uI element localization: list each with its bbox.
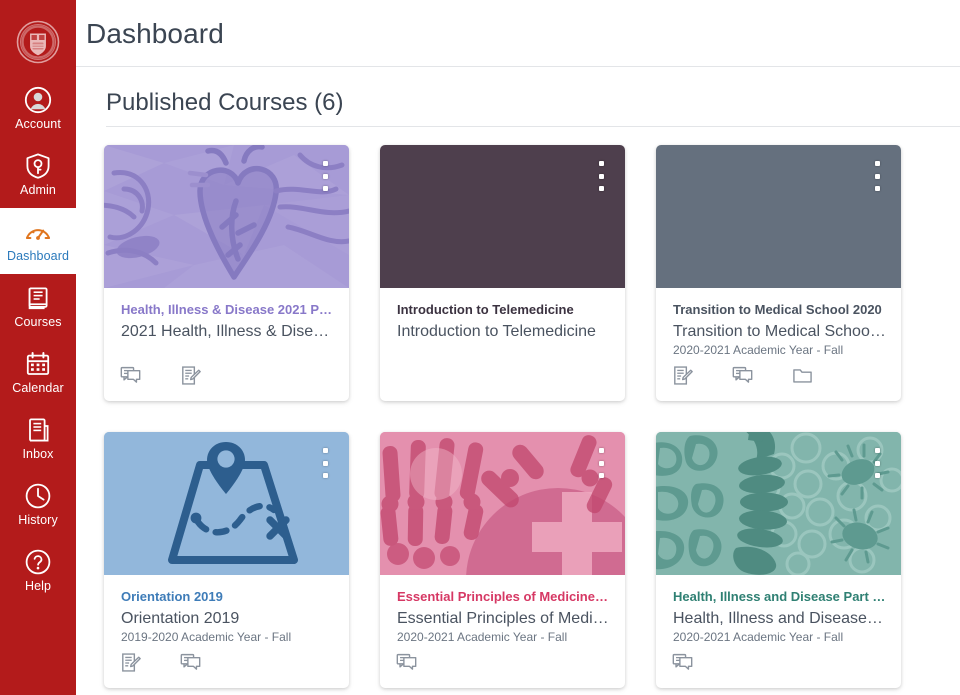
discussions-icon[interactable]: [394, 649, 454, 675]
course-card-grid: Health, Illness & Disease 2021 Par... 20…: [76, 127, 960, 688]
card-options-menu[interactable]: [867, 446, 887, 480]
card-options-menu[interactable]: [591, 446, 611, 480]
course-card-body: Health, Illness & Disease 2021 Par... 20…: [104, 288, 349, 401]
section-title: Published Courses (6): [106, 89, 344, 116]
course-subtitle: Transition to Medical School 2...: [673, 323, 887, 340]
page-title: Dashboard: [86, 18, 224, 49]
course-card[interactable]: Health, Illness & Disease 2021 Par... 20…: [104, 145, 349, 401]
sidebar-item-account[interactable]: Account: [0, 76, 76, 142]
course-title-link[interactable]: Health, Illness and Disease Part II, ...: [673, 589, 887, 605]
cornell-seal-logo[interactable]: [0, 8, 76, 76]
sidebar-item-inbox[interactable]: Inbox: [0, 406, 76, 472]
course-card-header-image: [380, 145, 625, 288]
sidebar-item-label: Help: [24, 578, 52, 593]
discussions-icon[interactable]: [178, 649, 238, 675]
course-card-header-image: [380, 432, 625, 575]
course-card[interactable]: Transition to Medical School 2020 Transi…: [656, 145, 901, 401]
sidebar-item-calendar[interactable]: Calendar: [0, 340, 76, 406]
page-header: Dashboard: [76, 0, 960, 50]
published-courses-section-header: Published Courses (6): [76, 67, 960, 117]
sidebar-item-label: Courses: [14, 314, 62, 329]
clock-icon: [24, 482, 52, 510]
global-navigation-sidebar: Account Admin Dashboard Courses Calendar…: [0, 0, 76, 695]
course-title-link[interactable]: Essential Principles of Medicine, 2...: [397, 589, 611, 605]
course-subtitle: Introduction to Telemedicine: [397, 323, 596, 340]
course-term: 2020-2021 Academic Year - Fall: [397, 630, 568, 644]
course-card-body: Introduction to Telemedicine Introductio…: [380, 288, 625, 401]
gauge-icon: [24, 218, 52, 246]
discussions-icon[interactable]: [730, 362, 790, 388]
sidebar-item-label: History: [18, 512, 58, 527]
course-card-body: Essential Principles of Medicine, 2... E…: [380, 575, 625, 688]
card-options-menu[interactable]: [867, 159, 887, 193]
sidebar-item-courses[interactable]: Courses: [0, 274, 76, 340]
course-card-body: Orientation 2019 Orientation 2019 2019-2…: [104, 575, 349, 688]
course-term: 2019-2020 Academic Year - Fall: [121, 630, 292, 644]
assignments-icon[interactable]: [178, 362, 238, 388]
course-card-footer: [670, 362, 850, 388]
account-icon: [24, 86, 52, 114]
course-subtitle: 2021 Health, Illness & Disease...: [121, 323, 335, 340]
card-options-menu[interactable]: [315, 159, 335, 193]
inbox-icon: [24, 416, 52, 444]
sidebar-item-label: Calendar: [12, 380, 64, 395]
book-icon: [24, 284, 52, 312]
sidebar-item-history[interactable]: History: [0, 472, 76, 538]
course-card-footer: [394, 649, 454, 675]
course-title-link[interactable]: Introduction to Telemedicine: [397, 302, 611, 318]
calendar-icon: [24, 350, 52, 378]
course-subtitle: Orientation 2019: [121, 610, 240, 627]
question-icon: [24, 548, 52, 576]
card-options-menu[interactable]: [591, 159, 611, 193]
app-root: Account Admin Dashboard Courses Calendar…: [0, 0, 960, 695]
course-title-link[interactable]: Transition to Medical School 2020: [673, 302, 887, 318]
sidebar-item-help[interactable]: Help: [0, 538, 76, 604]
course-term: 2020-2021 Academic Year - Fall: [673, 630, 844, 644]
sidebar-item-label: Inbox: [22, 446, 54, 461]
sidebar-item-admin[interactable]: Admin: [0, 142, 76, 208]
discussions-icon[interactable]: [670, 649, 730, 675]
course-card-header-image: [656, 145, 901, 288]
shield-icon: [24, 152, 52, 180]
sidebar-item-dashboard[interactable]: Dashboard: [0, 208, 76, 274]
assignments-icon[interactable]: [118, 649, 178, 675]
course-title-link[interactable]: Health, Illness & Disease 2021 Par...: [121, 302, 335, 318]
course-card-body: Transition to Medical School 2020 Transi…: [656, 288, 901, 401]
course-card[interactable]: Health, Illness and Disease Part II, ...…: [656, 432, 901, 688]
course-card[interactable]: Introduction to Telemedicine Introductio…: [380, 145, 625, 401]
course-card-header-image: [656, 432, 901, 575]
course-card-footer: [118, 362, 238, 388]
course-card-footer: [670, 649, 730, 675]
course-card-body: Health, Illness and Disease Part II, ...…: [656, 575, 901, 688]
course-card-footer: [118, 649, 238, 675]
course-card[interactable]: Essential Principles of Medicine, 2... E…: [380, 432, 625, 688]
sidebar-item-label: Admin: [20, 182, 56, 197]
sidebar-item-label: Account: [15, 116, 61, 131]
assignments-icon[interactable]: [670, 362, 730, 388]
course-card[interactable]: Orientation 2019 Orientation 2019 2019-2…: [104, 432, 349, 688]
files-icon[interactable]: [790, 362, 850, 388]
sidebar-item-label: Dashboard: [6, 248, 70, 263]
course-term: 2020-2021 Academic Year - Fall: [673, 343, 844, 357]
main-content: Dashboard Published Courses (6) Health, …: [76, 0, 960, 695]
course-card-header-image: [104, 145, 349, 288]
course-card-header-image: [104, 432, 349, 575]
course-subtitle: Essential Principles of Medicine: [397, 610, 611, 627]
card-options-menu[interactable]: [315, 446, 335, 480]
discussions-icon[interactable]: [118, 362, 178, 388]
course-title-link[interactable]: Orientation 2019: [121, 589, 335, 605]
course-subtitle: Health, Illness and Disease Par...: [673, 610, 887, 627]
